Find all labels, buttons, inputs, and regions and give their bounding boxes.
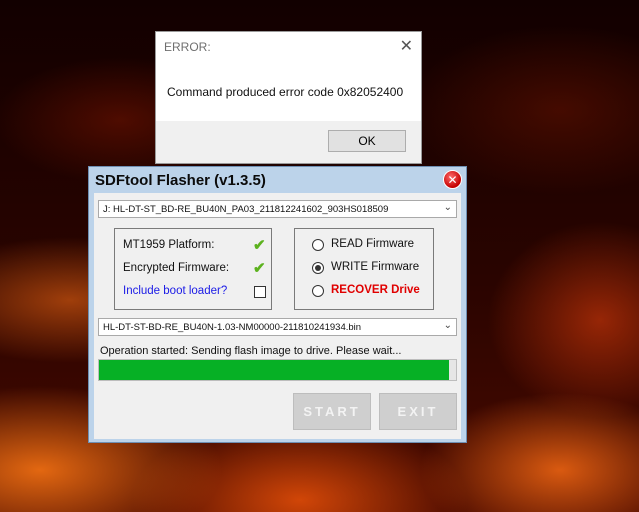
encrypted-check-icon: ✔ (253, 260, 266, 277)
progress-fill (99, 360, 449, 380)
firmware-file-value: HL-DT-ST-BD-RE_BU40N-1.03-NM00000-211810… (103, 321, 362, 333)
encrypted-label: Encrypted Firmware: (123, 262, 230, 274)
window-client-area: J: HL-DT-ST_BD-RE_BU40N_PA03_21181224160… (94, 193, 461, 439)
chevron-down-icon[interactable]: ⌄ (444, 202, 452, 213)
write-firmware-radio[interactable] (312, 262, 324, 274)
read-firmware-radio[interactable] (312, 239, 324, 251)
start-button[interactable]: START (293, 393, 371, 430)
firmware-file-select[interactable]: HL-DT-ST-BD-RE_BU40N-1.03-NM00000-211810… (98, 318, 457, 336)
write-firmware-label: WRITE Firmware (331, 261, 420, 273)
status-text: Operation started: Sending flash image t… (100, 345, 402, 357)
drive-select[interactable]: J: HL-DT-ST_BD-RE_BU40N_PA03_21181224160… (98, 200, 457, 218)
drive-info-group: MT1959 Platform: ✔ Encrypted Firmware: ✔… (114, 228, 272, 310)
error-dialog: ERROR: ✕ Command produced error code 0x8… (155, 31, 422, 164)
bootloader-label: Include boot loader? (123, 285, 228, 297)
error-dialog-close-icon[interactable]: ✕ (400, 36, 413, 56)
sdftool-window: SDFtool Flasher (v1.3.5) ✕ J: HL-DT-ST_B… (88, 166, 467, 443)
recover-drive-radio[interactable] (312, 285, 324, 297)
progress-bar (98, 359, 457, 381)
bootloader-checkbox[interactable] (254, 286, 266, 298)
window-close-icon[interactable]: ✕ (443, 170, 462, 189)
read-firmware-label: READ Firmware (331, 238, 415, 250)
ok-button[interactable]: OK (328, 130, 406, 152)
error-dialog-title: ERROR: (164, 40, 211, 54)
drive-select-value: J: HL-DT-ST_BD-RE_BU40N_PA03_21181224160… (103, 203, 389, 215)
window-title: SDFtool Flasher (v1.3.5) (95, 172, 266, 189)
recover-drive-label: RECOVER Drive (331, 284, 420, 296)
chevron-down-icon[interactable]: ⌄ (444, 320, 452, 331)
platform-check-icon: ✔ (253, 237, 266, 254)
error-message: Command produced error code 0x82052400 (167, 85, 404, 99)
error-dialog-footer: OK (156, 121, 421, 163)
platform-label: MT1959 Platform: (123, 239, 215, 251)
mode-group: READ Firmware WRITE Firmware RECOVER Dri… (294, 228, 434, 310)
exit-button[interactable]: EXIT (379, 393, 457, 430)
